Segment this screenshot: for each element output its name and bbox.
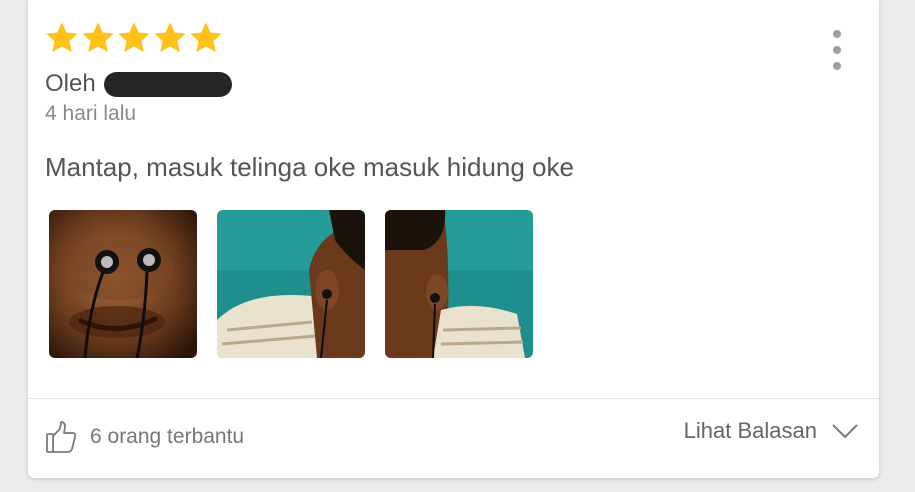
review-card: Oleh 4 hari lalu Mantap, masuk telinga o…: [28, 0, 879, 478]
chevron-down-icon: [832, 424, 858, 439]
thumbs-up-icon: [46, 421, 77, 453]
star-icon: [82, 22, 114, 52]
more-vertical-icon-dot: [833, 46, 841, 54]
author-prefix: Oleh: [45, 70, 96, 97]
review-photos: [49, 210, 533, 358]
helpful-button[interactable]: 6 orang terbantu: [45, 420, 244, 454]
view-replies-label: Lihat Balasan: [683, 418, 817, 443]
star-icon: [154, 22, 186, 52]
review-text: Mantap, masuk telinga oke masuk hidung o…: [45, 152, 574, 182]
author-name-redacted: [103, 71, 232, 97]
star-icon: [118, 22, 150, 52]
author-row: Oleh: [45, 70, 232, 98]
helpful-count-label: 6 orang terbantu: [90, 425, 245, 448]
review-photo-2[interactable]: [217, 210, 365, 358]
star-icon: [46, 22, 78, 52]
more-options-button[interactable]: [826, 30, 848, 70]
review-photo-3[interactable]: [385, 210, 533, 358]
review-photo-1[interactable]: [49, 210, 197, 358]
review-timestamp: 4 hari lalu: [45, 102, 137, 125]
star-icon: [190, 22, 222, 52]
view-replies-button[interactable]: Lihat Balasan: [684, 418, 859, 444]
rating-stars: [44, 20, 224, 56]
more-vertical-icon: [833, 30, 841, 38]
more-vertical-icon-dot: [833, 62, 841, 70]
divider: [28, 398, 879, 399]
